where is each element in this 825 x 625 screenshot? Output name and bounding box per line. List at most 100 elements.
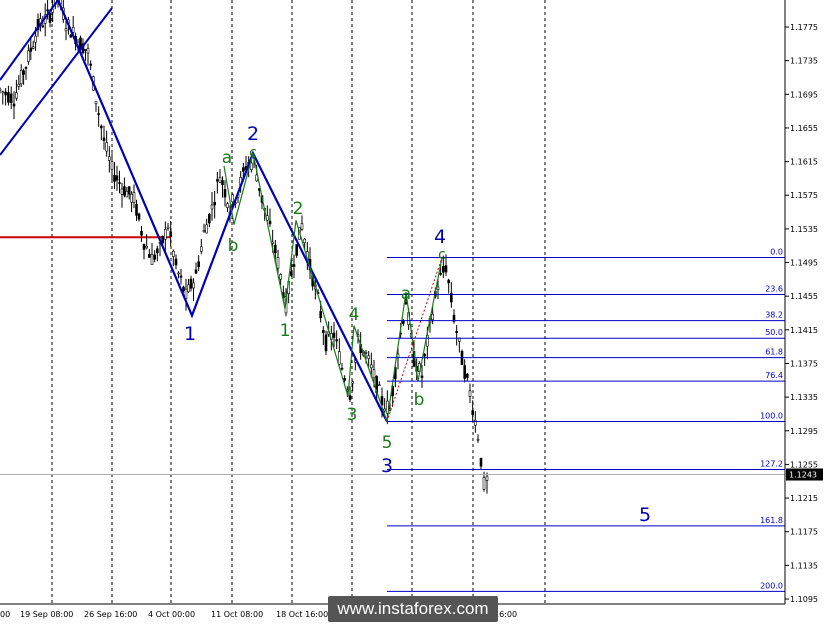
candle-body	[137, 213, 141, 220]
candle-body	[463, 365, 466, 379]
candle-body	[436, 286, 440, 290]
candle-body	[367, 355, 370, 359]
x-tick-label: 00	[0, 610, 10, 619]
y-tick-label: 1.1295	[790, 427, 818, 436]
y-tick-label: 1.1095	[790, 595, 818, 604]
y-tick-label: 1.1255	[790, 460, 818, 469]
candle-body	[322, 330, 325, 333]
y-tick-label: 1.1655	[790, 124, 818, 133]
candle-body	[383, 408, 386, 412]
minor-wave-label: 5	[382, 433, 393, 453]
minor-wave-label: 1	[280, 321, 291, 341]
candle-body	[135, 204, 138, 216]
minor-wave-label: 3	[347, 405, 358, 425]
candle-body	[184, 288, 188, 299]
candle-body	[0, 88, 2, 91]
candle-body	[343, 378, 346, 381]
candle-body	[166, 226, 170, 229]
candle-body	[351, 381, 354, 384]
candle-body	[378, 384, 381, 387]
x-tick-label: 19 Sep 08:00	[20, 610, 73, 619]
candle-body	[482, 477, 486, 490]
candle-body	[242, 167, 245, 172]
minor-wave-label: c	[438, 247, 446, 263]
x-tick-label: 4 Oct 00:00	[148, 610, 195, 619]
y-tick-label: 1.1695	[790, 90, 818, 99]
candle-body	[34, 35, 37, 43]
candle-body	[9, 93, 13, 103]
fib-level-label: 200.0	[760, 581, 783, 590]
price-chart: 0.023.638.250.061.876.4100.0127.2161.820…	[0, 0, 825, 625]
candle-body	[115, 175, 119, 181]
candle-body	[466, 373, 469, 378]
fib-level-label: 38.2	[765, 311, 783, 320]
candle-body	[123, 186, 126, 196]
candle-body	[145, 245, 148, 249]
candle-body	[187, 284, 190, 293]
candle-body	[132, 192, 136, 204]
candle-body	[177, 272, 180, 275]
candle-body	[150, 254, 154, 265]
candle-body	[153, 254, 156, 260]
y-tick-label: 1.1335	[790, 393, 818, 402]
candle-body	[476, 438, 480, 441]
candle-body	[130, 193, 133, 203]
candle-body	[292, 264, 296, 267]
candle-body	[208, 213, 211, 224]
candle-body	[15, 92, 18, 99]
candle-body	[182, 286, 185, 292]
candle-body	[455, 331, 458, 334]
minor-wave-label: 2	[293, 199, 304, 219]
candle-body	[179, 275, 183, 278]
candle-body	[110, 161, 114, 170]
candle-body	[172, 250, 175, 257]
y-tick-label: 1.1415	[790, 326, 818, 335]
candle-body	[210, 204, 214, 210]
fib-level-label: 100.0	[760, 412, 783, 421]
candle-body	[164, 229, 167, 240]
candle-body	[17, 83, 21, 87]
candle-body	[12, 103, 16, 107]
y-tick-label: 1.1175	[790, 528, 818, 537]
candle-body	[335, 339, 338, 342]
candle-body	[223, 189, 227, 198]
candle-body	[338, 351, 341, 365]
candle-body	[156, 248, 159, 254]
candle-body	[205, 224, 208, 234]
candle-body	[125, 191, 129, 198]
candle-body	[274, 244, 277, 254]
x-tick-label: 26 Sep 16:00	[84, 610, 137, 619]
candle-body	[46, 9, 49, 12]
candle-body	[89, 63, 92, 66]
minor-wave-label: c	[249, 145, 257, 161]
candle-body	[485, 475, 489, 481]
candle-body	[41, 25, 45, 28]
candle-body	[197, 261, 200, 268]
candle-body	[268, 220, 272, 225]
fib-level-label: 76.4	[765, 371, 783, 380]
candle-body	[372, 369, 376, 379]
candle-body	[364, 352, 368, 354]
candle-body	[24, 67, 28, 69]
candle-body	[127, 186, 131, 195]
candle-body	[174, 258, 178, 266]
candle-body	[348, 395, 352, 400]
candle-body	[290, 271, 293, 276]
candle-body	[319, 311, 322, 319]
candle-body	[370, 364, 373, 369]
candle-body	[444, 265, 448, 273]
candle-body	[84, 49, 87, 51]
candle-body	[97, 113, 100, 115]
candle-body	[118, 182, 121, 184]
fib-level-label: 0.0	[770, 247, 783, 256]
candle-body	[48, 13, 52, 23]
candle-body	[226, 203, 229, 208]
candle-body	[113, 174, 116, 182]
candle-body	[105, 142, 108, 152]
minor-wave-label: b	[414, 390, 425, 410]
candle-body	[423, 353, 426, 357]
candle-body	[120, 188, 124, 195]
y-tick-label: 1.1135	[790, 561, 818, 570]
candle-body	[218, 177, 222, 183]
candle-body	[102, 137, 106, 141]
